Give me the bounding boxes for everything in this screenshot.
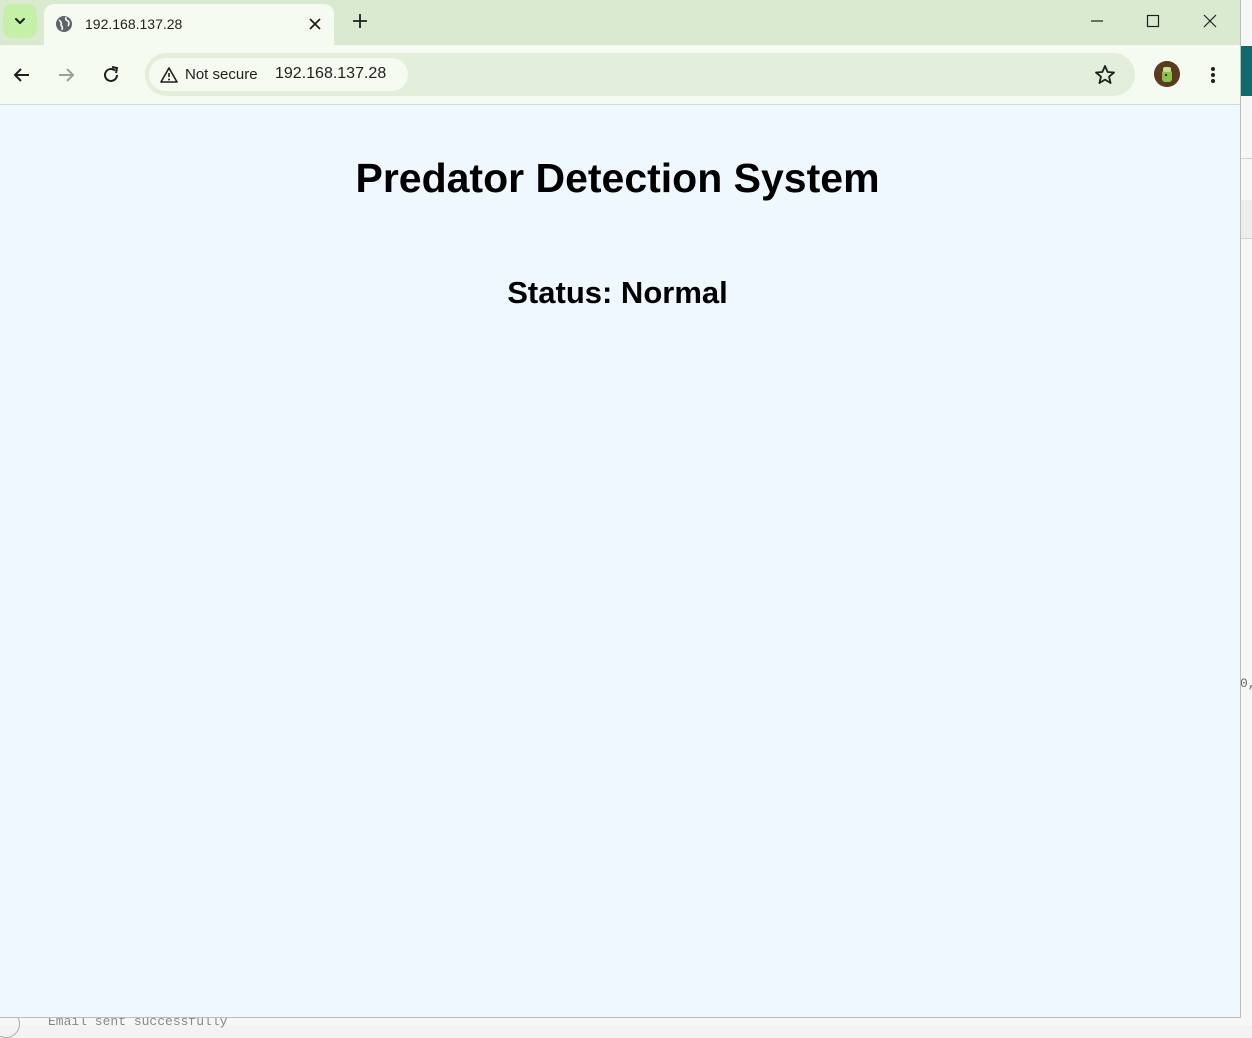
status-text: Status: Normal xyxy=(507,275,728,310)
browser-window: 192.168.137.28 Not secure 192.168.137.28… xyxy=(0,0,1240,1017)
page-title: Predator Detection System xyxy=(355,155,880,201)
background-panel-edge xyxy=(1240,200,1252,239)
background-text-fragment: 0, xyxy=(1240,676,1252,691)
page-content: Predator Detection System Status: Normal xyxy=(0,105,1240,1017)
close-icon xyxy=(309,18,321,30)
close-window-icon xyxy=(1203,14,1217,28)
forward-button[interactable] xyxy=(51,60,81,90)
maximize-button[interactable] xyxy=(1125,0,1181,42)
maximize-icon xyxy=(1146,14,1160,28)
reload-icon xyxy=(104,66,119,82)
warning-icon xyxy=(160,67,178,83)
tab-strip: 192.168.137.28 xyxy=(0,0,1240,45)
arrow-left-icon xyxy=(13,68,29,82)
arrow-right-icon xyxy=(59,68,75,82)
reload-button[interactable] xyxy=(96,60,126,90)
tab-title: 192.168.137.28 xyxy=(85,16,183,32)
plus-icon xyxy=(353,14,367,28)
globe-icon xyxy=(56,16,72,32)
tab-active[interactable]: 192.168.137.28 xyxy=(44,4,334,45)
tab-search-button[interactable] xyxy=(3,4,37,38)
browser-menu-button[interactable] xyxy=(1198,60,1228,90)
url-text[interactable]: 192.168.137.28 xyxy=(275,65,386,83)
tab-close-button[interactable] xyxy=(304,13,326,35)
browser-toolbar: Not secure 192.168.137.28 xyxy=(0,45,1240,105)
more-vertical-icon xyxy=(1211,67,1215,83)
background-divider xyxy=(1240,158,1252,159)
security-label: Not secure xyxy=(185,66,258,83)
minimize-button[interactable] xyxy=(1069,0,1125,42)
bookmark-star-icon[interactable] xyxy=(1093,63,1117,87)
address-bar[interactable]: Not secure 192.168.137.28 xyxy=(145,53,1135,96)
background-teal-bar xyxy=(1240,46,1252,96)
close-window-button[interactable] xyxy=(1182,0,1238,42)
minimize-icon xyxy=(1091,20,1103,22)
chevron-down-icon xyxy=(15,18,25,24)
profile-avatar[interactable] xyxy=(1154,61,1180,87)
back-button[interactable] xyxy=(7,60,37,90)
avatar-image xyxy=(1154,61,1180,87)
new-tab-button[interactable] xyxy=(348,9,372,33)
